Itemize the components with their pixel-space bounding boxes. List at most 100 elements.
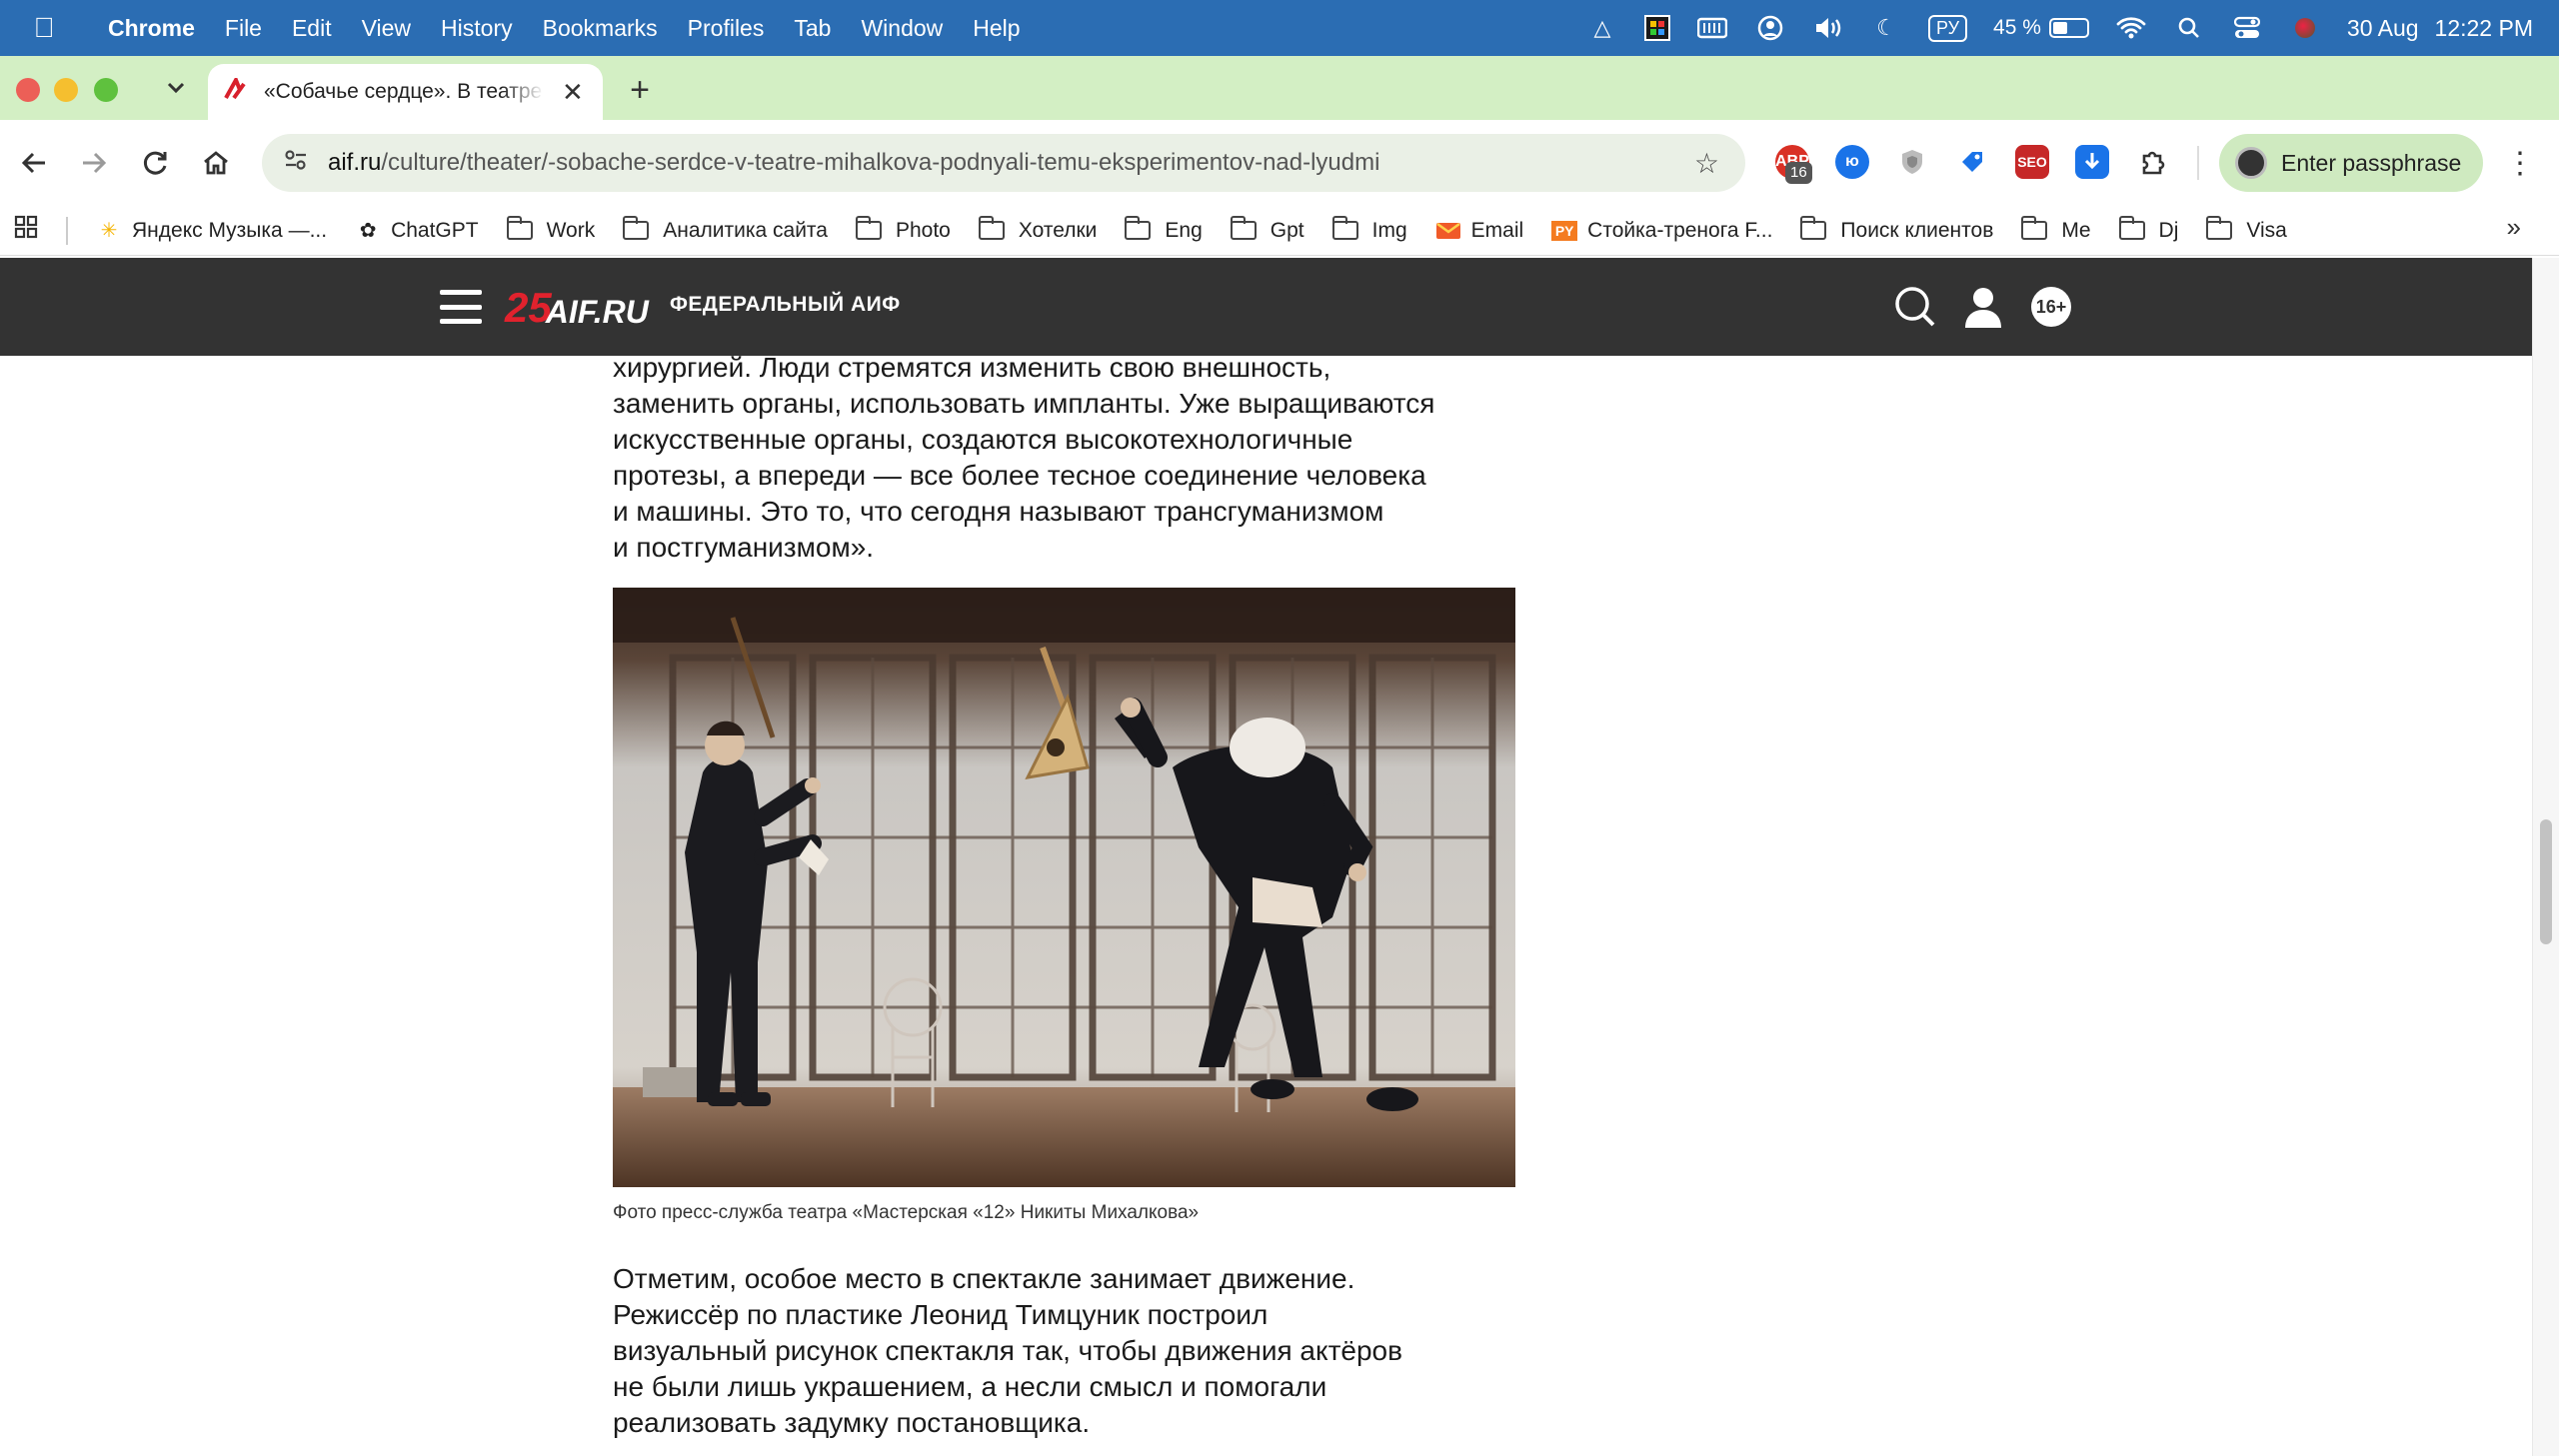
window-close-button[interactable]	[16, 78, 40, 102]
menu-view[interactable]: View	[362, 15, 411, 42]
spotlight-search-icon[interactable]	[2173, 14, 2205, 42]
menu-help[interactable]: Help	[973, 15, 1020, 42]
app-status-icon[interactable]	[1643, 15, 1670, 41]
yandex-music-icon: ✳	[100, 219, 118, 242]
user-circle-icon[interactable]	[1754, 14, 1786, 42]
bookmark-folder-clients[interactable]: Поиск клиентов	[1800, 216, 1994, 243]
bookmark-folder-analytics[interactable]: Аналитика сайта	[623, 216, 828, 243]
bookmark-folder-me[interactable]: Me	[2021, 216, 2091, 243]
adblock-count-badge: 16	[1785, 162, 1812, 184]
bookmark-chatgpt[interactable]: ✿ ChatGPT	[355, 219, 479, 243]
extension-blue-circle-icon[interactable]: ю	[1835, 145, 1869, 179]
article-paragraph-bottom: Отметим, особое место в спектакле занима…	[613, 1261, 1512, 1441]
menu-bookmarks[interactable]: Bookmarks	[543, 15, 658, 42]
extensions-puzzle-icon[interactable]	[2135, 145, 2169, 179]
volume-icon[interactable]	[1812, 14, 1844, 42]
window-zoom-button[interactable]	[94, 78, 118, 102]
site-info-tune-icon[interactable]	[276, 149, 316, 177]
bookmarks-bar: ✳ Яндекс Музыка —... ✿ ChatGPT Work Аналит…	[0, 206, 2559, 256]
menu-profiles[interactable]: Profiles	[688, 15, 765, 42]
menu-bar-tray: △ ☾ РУ 45 % 30 Aug 12:22 PM	[1586, 0, 2533, 56]
profile-avatar-icon[interactable]	[2289, 14, 2321, 42]
menu-edit[interactable]: Edit	[292, 15, 332, 42]
bookmark-folder-wishlist[interactable]: Хотелки	[978, 216, 1097, 243]
bookmark-folder-img[interactable]: Img	[1331, 216, 1407, 243]
tag-extension-icon[interactable]	[1955, 145, 1989, 179]
menu-tab[interactable]: Tab	[794, 15, 831, 42]
menu-bar-date[interactable]: 30 Aug	[2347, 15, 2419, 42]
input-source-label: РУ	[1927, 14, 1968, 42]
browser-menu-kebab-icon[interactable]: ⋮	[2505, 143, 2535, 183]
bookmark-label: Аналитика сайта	[663, 218, 828, 242]
moon-icon[interactable]: ☾	[1870, 14, 1902, 42]
back-arrow-icon[interactable]	[14, 143, 54, 183]
apps-grid-icon[interactable]	[14, 215, 44, 246]
home-icon[interactable]	[196, 143, 236, 183]
toolbar-divider	[2197, 146, 2199, 180]
tab-active[interactable]: «Собачье сердце». В театре Михалкова под…	[208, 64, 603, 120]
bookmark-folder-gpt[interactable]: Gpt	[1230, 216, 1304, 243]
bookmark-folder-work[interactable]: Work	[506, 216, 595, 243]
site-logo[interactable]: 25 AIF.RU	[505, 282, 649, 331]
menu-app-chrome[interactable]: Chrome	[108, 15, 195, 42]
menu-file[interactable]: File	[225, 15, 262, 42]
logo-name: AIF.RU	[545, 294, 649, 330]
bookmark-tripod[interactable]: PY Стойка-тренога F...	[1551, 219, 1772, 243]
site-tagline[interactable]: ФЕДЕРАЛЬНЫЙ АИФ	[670, 293, 901, 317]
wifi-icon[interactable]	[2115, 14, 2147, 42]
aif-logo-icon	[224, 75, 254, 106]
bookmark-label: Photo	[895, 218, 951, 242]
site-header	[0, 258, 2532, 356]
bookmarks-overflow-chevron-icon[interactable]: »	[2507, 212, 2521, 243]
shield-extension-icon[interactable]	[1895, 145, 1929, 179]
bookmark-yandex-music[interactable]: ✳ Яндекс Музыка —...	[96, 219, 327, 243]
site-search-icon[interactable]	[1893, 285, 1937, 329]
bookmark-folder-visa[interactable]: Visa	[2206, 216, 2287, 243]
tab-title: «Собачье сердце». В театре Михалкова под…	[264, 80, 544, 103]
bookmark-label: Visa	[2246, 218, 2287, 242]
control-center-icon[interactable]	[2231, 14, 2263, 42]
bookmark-folder-eng[interactable]: Eng	[1125, 216, 1203, 243]
keyboard-icon[interactable]	[1696, 14, 1728, 42]
address-bar[interactable]: aif.ru/culture/theater/-sobache-serdce-v…	[262, 134, 1745, 192]
new-tab-plus-icon[interactable]: +	[622, 70, 658, 110]
bookmark-label: Dj	[2158, 218, 2179, 242]
menu-window[interactable]: Window	[861, 15, 943, 42]
folder-icon	[2021, 216, 2048, 240]
folder-icon	[623, 216, 650, 240]
site-user-icon[interactable]	[1961, 285, 2005, 329]
url-path: /culture/theater/-sobache-serdce-v-teatr…	[381, 149, 1380, 176]
forward-arrow-icon[interactable]	[74, 143, 114, 183]
url-text[interactable]: aif.ru/culture/theater/-sobache-serdce-v…	[328, 149, 1379, 177]
window-minimize-button[interactable]	[54, 78, 78, 102]
bookmark-email[interactable]: Email	[1435, 218, 1524, 243]
bookmark-star-icon[interactable]: ☆	[1694, 147, 1719, 180]
paragraph-line: Режиссёр по пластике Леонид Тимцуник пос…	[613, 1299, 1269, 1330]
age-rating-badge: 16+	[2031, 287, 2071, 327]
paragraph-line: Отметим, особое место в спектакле занима…	[613, 1263, 1355, 1294]
ru-site-icon: PY	[1551, 220, 1578, 241]
bookmark-label: Email	[1470, 218, 1524, 242]
site-menu-hamburger-icon[interactable]	[440, 290, 482, 324]
reload-icon[interactable]	[136, 143, 176, 183]
vpn-icon[interactable]: △	[1586, 14, 1618, 42]
paragraph-line: протезы, а впереди — все более тесное со…	[613, 460, 1426, 491]
bookmark-folder-photo[interactable]: Photo	[855, 216, 951, 243]
paragraph-line: реализовать задумку постановщика.	[613, 1407, 1091, 1438]
download-extension-icon[interactable]	[2075, 145, 2109, 179]
url-host: aif.ru	[328, 149, 382, 176]
page-scrollbar-thumb[interactable]	[2540, 819, 2552, 944]
menu-bar-time[interactable]: 12:22 PM	[2435, 15, 2533, 42]
enter-passphrase-button[interactable]: Enter passphrase	[2219, 134, 2483, 192]
passphrase-label: Enter passphrase	[2281, 149, 2462, 176]
seo-extension-icon[interactable]: SEO	[2015, 145, 2049, 179]
input-source-icon[interactable]: РУ	[1927, 14, 1968, 42]
bookmark-label: Поиск клиентов	[1840, 218, 1994, 242]
menu-history[interactable]: History	[441, 15, 513, 42]
bookmark-folder-dj[interactable]: Dj	[2118, 216, 2179, 243]
apple-menu-icon[interactable]: 	[24, 12, 64, 44]
bookmark-label: ChatGPT	[391, 218, 479, 242]
battery-status[interactable]: 45 %	[1993, 16, 2089, 40]
tab-close-icon[interactable]: ✕	[562, 77, 584, 108]
tab-search-chevron-icon[interactable]	[160, 70, 192, 106]
